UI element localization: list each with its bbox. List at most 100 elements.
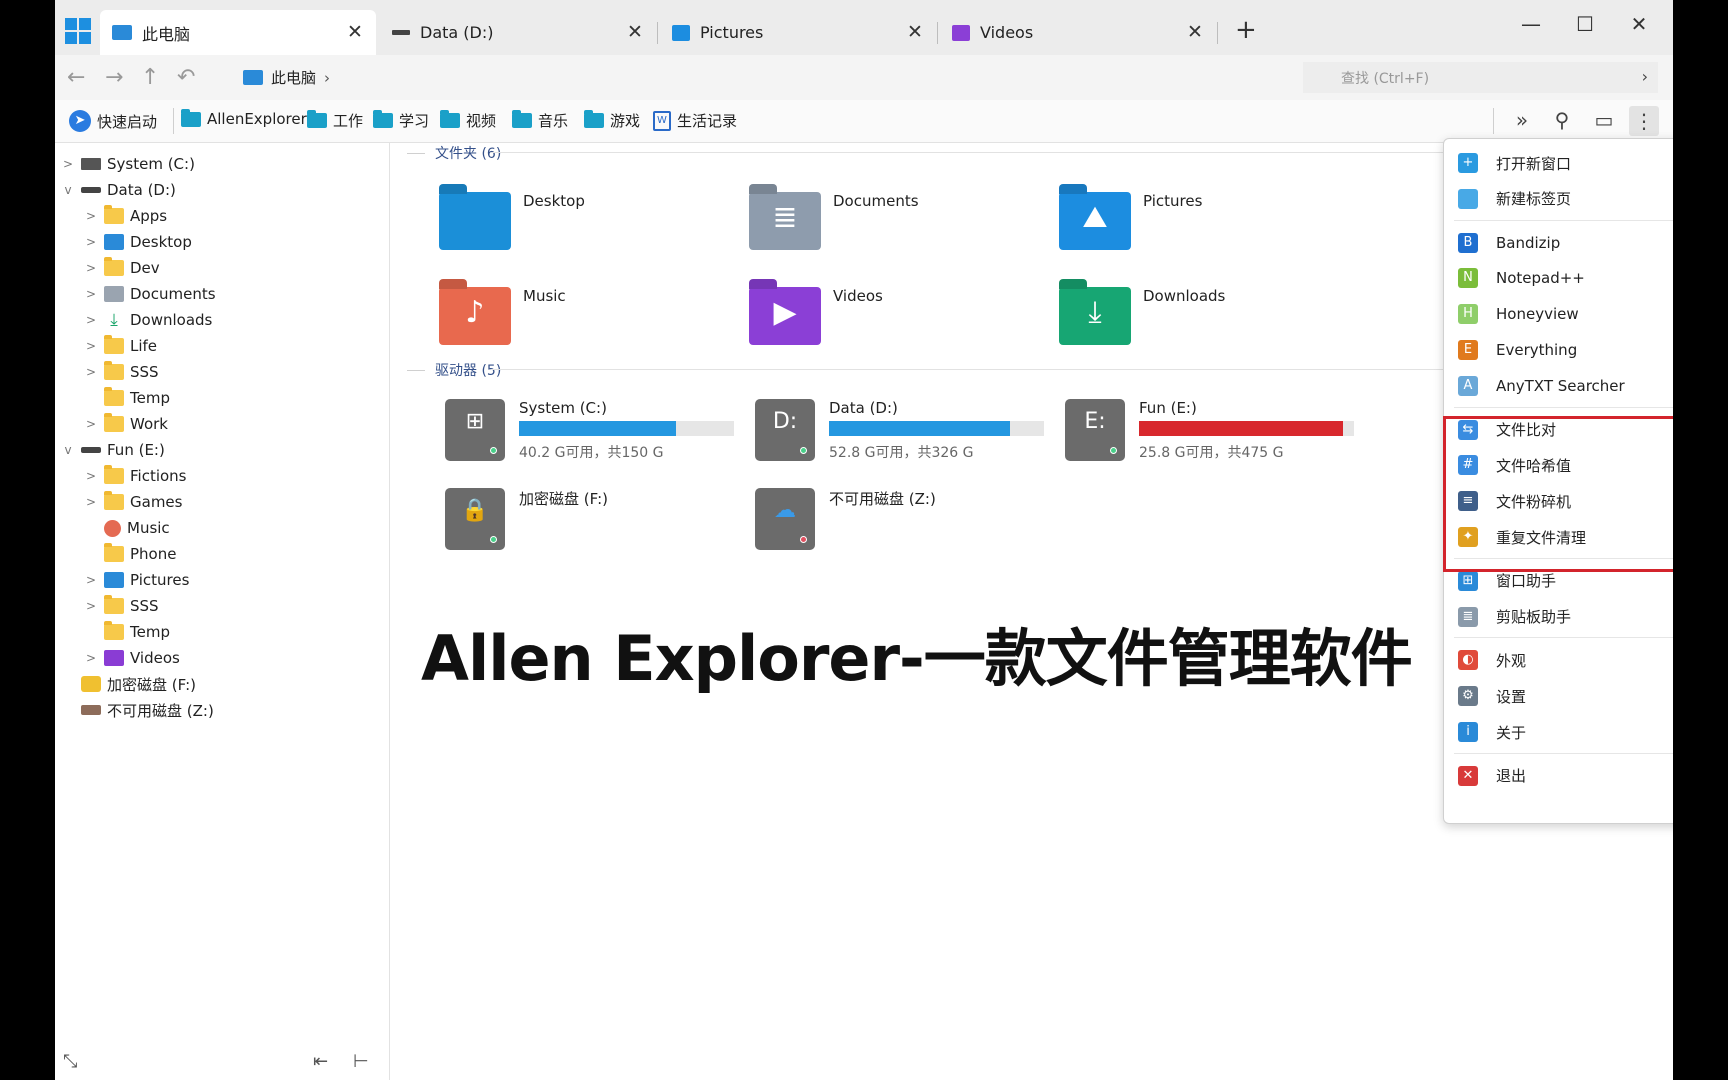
chevron-down-icon[interactable]: v xyxy=(59,183,77,197)
tree-item-temp[interactable]: Temp xyxy=(82,385,170,411)
maximize-button[interactable]: ☐ xyxy=(1571,10,1599,38)
chevron-right-icon[interactable]: > xyxy=(82,287,100,301)
chevron-right-icon[interactable]: > xyxy=(82,417,100,431)
breadcrumb-separator[interactable]: › xyxy=(324,69,330,87)
tab-videos[interactable]: Videos ✕ xyxy=(940,10,1216,55)
tree-item-documents[interactable]: >Documents xyxy=(82,281,216,307)
chevron-right-icon[interactable]: > xyxy=(82,339,100,353)
tree-item-unavailable-z[interactable]: 不可用磁盘 (Z:) xyxy=(59,697,214,723)
tree-item-data-d[interactable]: vData (D:) xyxy=(59,177,176,203)
forward-icon[interactable]: → xyxy=(105,65,123,90)
tree-item-phone[interactable]: Phone xyxy=(82,541,176,567)
chevron-right-icon[interactable]: > xyxy=(82,573,100,587)
tree-view-icon[interactable]: ⊢ xyxy=(353,1051,369,1072)
undo-icon[interactable]: ↶ xyxy=(177,65,195,90)
up-icon[interactable]: ↑ xyxy=(141,65,159,90)
address-bar[interactable]: 此电脑 › ⌄ xyxy=(235,62,1360,93)
tab-this-pc[interactable]: 此电脑 ✕ xyxy=(100,10,376,55)
bookmark-work[interactable]: 工作 xyxy=(307,110,363,131)
bookmark-quick-launch[interactable]: ➤ 快速启动 xyxy=(69,110,157,132)
bookmark-life-log[interactable]: W 生活记录 xyxy=(653,110,737,131)
bookmark-video[interactable]: 视频 xyxy=(440,110,496,131)
tree-item-apps[interactable]: >Apps xyxy=(82,203,167,229)
bookmark-allenexplorer[interactable]: AllenExplorer xyxy=(181,110,307,128)
chevron-right-icon[interactable]: > xyxy=(82,599,100,613)
tab-close-icon[interactable]: ✕ xyxy=(344,21,366,43)
tree-item-system-c[interactable]: >System (C:) xyxy=(59,151,195,177)
tree-item-games[interactable]: >Games xyxy=(82,489,182,515)
tree-item-temp-e[interactable]: Temp xyxy=(82,619,170,645)
tree-item-videos[interactable]: >Videos xyxy=(82,645,180,671)
more-menu-icon[interactable]: ⋮ xyxy=(1629,106,1659,136)
chevron-right-icon[interactable]: > xyxy=(82,209,100,223)
menu-item[interactable]: ≣剪贴板助手 xyxy=(1444,599,1673,635)
tab-close-icon[interactable]: ✕ xyxy=(904,21,926,43)
tree-item-pictures[interactable]: >Pictures xyxy=(82,567,189,593)
chevron-right-icon[interactable]: > xyxy=(82,651,100,665)
menu-item[interactable]: BBandizip xyxy=(1444,225,1673,261)
menu-item[interactable]: +打开新窗口 xyxy=(1444,145,1673,181)
breadcrumb-this-pc[interactable]: 此电脑 xyxy=(271,67,316,88)
menu-item[interactable]: EEverything xyxy=(1444,332,1673,368)
tree-item-music[interactable]: Music xyxy=(82,515,170,541)
chevron-right-icon[interactable]: > xyxy=(82,495,100,509)
folder-item-documents[interactable]: ≣ Documents xyxy=(749,192,919,250)
menu-item[interactable]: 新建标签页 xyxy=(1444,181,1673,217)
folder-item-videos[interactable]: ▶ Videos xyxy=(749,287,883,345)
bookmark-study[interactable]: 学习 xyxy=(373,110,429,131)
collapse-all-icon[interactable]: ⤡ xyxy=(63,1051,77,1072)
chevron-right-icon[interactable]: > xyxy=(59,157,77,171)
search-icon[interactable]: ⚲ xyxy=(1547,108,1577,132)
tab-close-icon[interactable]: ✕ xyxy=(624,21,646,43)
new-tab-button[interactable]: + xyxy=(1235,15,1257,45)
tree-item-fictions[interactable]: > Fictions xyxy=(82,463,187,489)
drive-item-data-d[interactable]: D: Data (D:) 52.8 G可用，共326 G xyxy=(755,399,1044,462)
tree-item-label: Fictions xyxy=(130,467,187,485)
expand-icon[interactable]: » xyxy=(1507,108,1537,132)
menu-item[interactable]: NNotepad++ xyxy=(1444,260,1673,296)
outdent-icon[interactable]: ⇤ xyxy=(313,1051,328,1072)
tree-item-work[interactable]: >Work xyxy=(82,411,168,437)
app-logo-icon[interactable] xyxy=(65,18,91,44)
tree-item-sss-e[interactable]: >SSS xyxy=(82,593,159,619)
tab-pictures[interactable]: Pictures ✕ xyxy=(660,10,936,55)
chevron-right-icon[interactable]: > xyxy=(82,469,100,483)
close-window-button[interactable]: ✕ xyxy=(1625,10,1653,38)
tab-close-icon[interactable]: ✕ xyxy=(1184,21,1206,43)
menu-item[interactable]: ✕退出 xyxy=(1444,758,1673,794)
bookmark-games[interactable]: 游戏 xyxy=(584,110,640,131)
bookmark-music[interactable]: 音乐 xyxy=(512,110,568,131)
back-icon[interactable]: ← xyxy=(67,65,85,90)
folder-item-desktop[interactable]: Desktop xyxy=(439,192,585,250)
tree-item-downloads[interactable]: >⤓Downloads xyxy=(82,307,212,333)
tree-item-label: 加密磁盘 (F:) xyxy=(107,674,196,695)
chevron-right-icon[interactable]: > xyxy=(82,235,100,249)
drive-item-encrypted-f[interactable]: 🔒 加密磁盘 (F:) xyxy=(445,488,734,550)
chevron-right-icon[interactable]: > xyxy=(82,261,100,275)
chevron-right-icon[interactable]: > xyxy=(82,313,100,327)
drive-item-fun-e[interactable]: E: Fun (E:) 25.8 G可用，共475 G xyxy=(1065,399,1354,462)
tab-data-d[interactable]: Data (D:) ✕ xyxy=(380,10,656,55)
tree-item-sss[interactable]: >SSS xyxy=(82,359,159,385)
chevron-down-icon[interactable]: v xyxy=(59,443,77,457)
menu-item[interactable]: i关于 xyxy=(1444,714,1673,750)
minimize-button[interactable]: — xyxy=(1517,10,1545,38)
search-input[interactable]: 查找 (Ctrl+F) › xyxy=(1303,62,1658,93)
tree-item-life[interactable]: >Life xyxy=(82,333,157,359)
folder-item-downloads[interactable]: ⤓ Downloads xyxy=(1059,287,1225,345)
search-go-icon[interactable]: › xyxy=(1642,67,1648,86)
chevron-right-icon[interactable]: > xyxy=(82,365,100,379)
tree-item-dev[interactable]: >Dev xyxy=(82,255,160,281)
tree-item-desktop[interactable]: >Desktop xyxy=(82,229,192,255)
tree-item-fun-e[interactable]: vFun (E:) xyxy=(59,437,165,463)
drive-item-system-c[interactable]: ⊞ System (C:) 40.2 G可用，共150 G xyxy=(445,399,734,462)
folder-item-music[interactable]: ♪ Music xyxy=(439,287,566,345)
menu-item[interactable]: ⚙设置 xyxy=(1444,678,1673,714)
menu-item[interactable]: AAnyTXT Searcher xyxy=(1444,368,1673,404)
menu-item[interactable]: HHoneyview xyxy=(1444,296,1673,332)
menu-item[interactable]: ◐外观 xyxy=(1444,642,1673,678)
view-pane-icon[interactable]: ▭ xyxy=(1589,108,1619,132)
tree-item-encrypted-f[interactable]: 加密磁盘 (F:) xyxy=(59,671,196,697)
drive-item-unavailable-z[interactable]: ☁ 不可用磁盘 (Z:) xyxy=(755,488,1044,550)
folder-item-pictures[interactable]: ⛰ Pictures xyxy=(1059,192,1202,250)
